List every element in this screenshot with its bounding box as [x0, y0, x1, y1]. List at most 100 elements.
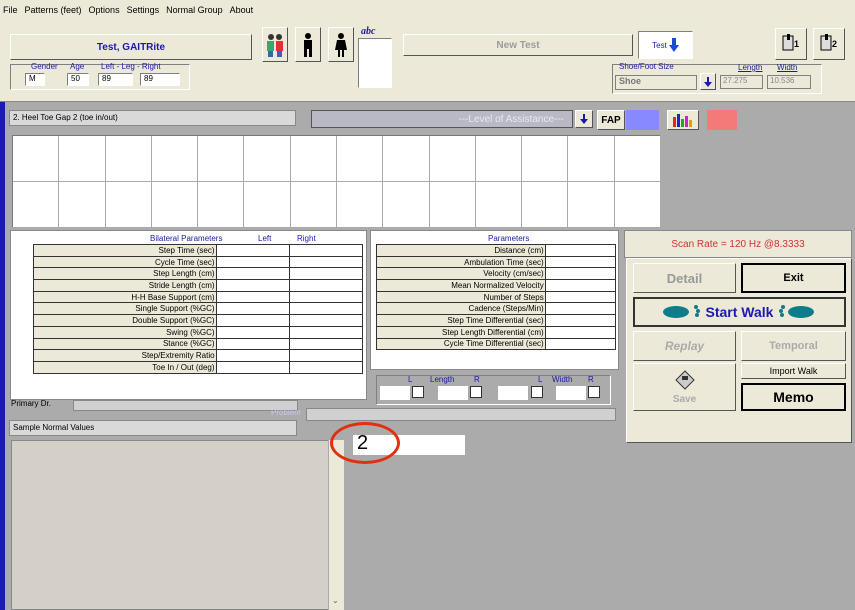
bilateral-right-value	[288, 244, 364, 257]
shoe-field[interactable]: Shoe	[615, 75, 697, 90]
menu-normal-group[interactable]: Normal Group	[166, 5, 223, 15]
bilateral-left-value	[215, 349, 290, 362]
footprint-cell[interactable]	[383, 182, 430, 228]
menu-options[interactable]: Options	[89, 5, 120, 15]
footprint-cell[interactable]	[475, 182, 523, 228]
width-left-checkbox[interactable]	[531, 386, 543, 398]
left-leg-field[interactable]: 89	[98, 73, 133, 86]
bilateral-row: Double Support (%GC)	[33, 314, 364, 327]
walkway-2-button[interactable]: 2	[813, 28, 845, 60]
menu-file[interactable]: File	[3, 5, 18, 15]
footprint-cell[interactable]	[151, 182, 199, 228]
import-walk-button[interactable]: Import Walk	[741, 363, 846, 379]
footprint-cell[interactable]	[244, 182, 291, 228]
width-right-checkbox[interactable]	[588, 386, 600, 398]
bilateral-row: Step/Extremity Ratio	[33, 349, 364, 362]
footprint-cell[interactable]	[522, 182, 569, 228]
save-button[interactable]: Save	[633, 363, 736, 411]
parameters-header: Parameters	[488, 234, 530, 243]
width-right-value	[556, 386, 586, 400]
footprint-cell[interactable]	[13, 182, 60, 228]
bilateral-right-value	[288, 255, 364, 269]
footprint-cell[interactable]	[151, 136, 199, 182]
footprint-cell[interactable]	[614, 136, 661, 182]
parameter-row: Cadence (Steps/Min)	[376, 302, 617, 316]
female-figure-button[interactable]	[328, 27, 354, 62]
parameter-row: Mean Normalized Velocity	[376, 279, 617, 292]
width-field[interactable]: 10.536	[767, 75, 811, 89]
parameter-row: Step Time Differential (sec)	[376, 314, 617, 327]
assistance-level-field[interactable]: ---Level of Assistance---	[311, 110, 573, 128]
primary-dr-label: Primary Dr.	[11, 399, 51, 408]
footprint-cell[interactable]	[429, 182, 476, 228]
bilateral-left-value	[215, 255, 290, 269]
assistance-dropdown-button[interactable]	[575, 110, 593, 128]
shoe-dropdown-button[interactable]	[700, 73, 716, 90]
start-walk-button[interactable]: Start Walk	[633, 297, 846, 327]
footprint-cell[interactable]	[568, 136, 615, 182]
footprint-cell[interactable]	[429, 136, 476, 182]
problem-field[interactable]	[306, 408, 616, 421]
menu-patterns[interactable]: Patterns (feet)	[25, 5, 82, 15]
menu-settings[interactable]: Settings	[127, 5, 160, 15]
footprint-cell[interactable]	[59, 182, 106, 228]
length-right-checkbox[interactable]	[470, 386, 482, 398]
footprint-cell[interactable]	[522, 136, 569, 182]
footprint-cell[interactable]	[337, 136, 384, 182]
parameter-row: Distance (cm)	[376, 244, 617, 257]
footprint-cell[interactable]	[13, 136, 60, 182]
notes-area[interactable]	[11, 440, 344, 610]
footprint-cell[interactable]	[614, 182, 661, 228]
problem-label: Problem	[271, 408, 301, 417]
parameter-value	[544, 337, 617, 351]
parameter-label: Mean Normalized Velocity	[376, 279, 546, 292]
memo-button[interactable]: Memo	[741, 383, 846, 411]
footprint-cell[interactable]	[198, 136, 245, 182]
parameter-value	[544, 255, 617, 269]
svg-text:2: 2	[832, 39, 837, 49]
menu-about[interactable]: About	[230, 5, 254, 15]
parameter-label: Number of Steps	[376, 290, 546, 304]
right-leg-field[interactable]: 89	[140, 73, 180, 86]
walkway-1-button[interactable]: 1	[775, 28, 807, 60]
footprint-cell[interactable]	[244, 136, 291, 182]
footprint-cell[interactable]	[59, 136, 106, 182]
length-label: Length	[738, 63, 763, 72]
footprint-cell[interactable]	[475, 136, 523, 182]
family-figure-button[interactable]	[262, 27, 288, 62]
male-figure-button[interactable]	[295, 27, 321, 62]
bilateral-param-label: Swing (%GC)	[33, 325, 217, 339]
footprint-cell[interactable]	[105, 182, 152, 228]
patient-name-button[interactable]: Test, GAITRite	[10, 34, 252, 60]
footprint-cell[interactable]	[383, 136, 430, 182]
gender-label: Gender	[31, 62, 58, 71]
chart-button[interactable]	[667, 110, 699, 130]
footprint-cell[interactable]	[198, 182, 245, 228]
leg-length-label: Left - Leg - Right	[101, 62, 161, 71]
replay-button[interactable]: Replay	[633, 331, 736, 361]
footprint-cell[interactable]	[105, 136, 152, 182]
footprint-cell[interactable]	[337, 182, 384, 228]
temporal-button[interactable]: Temporal	[741, 331, 846, 361]
footprint-cell[interactable]	[290, 136, 337, 182]
chevron-down-icon: ⌄	[332, 596, 339, 605]
exit-button[interactable]: Exit	[741, 263, 846, 293]
bilateral-row: Stance (%GC)	[33, 337, 364, 351]
primary-dr-field[interactable]	[73, 400, 298, 411]
gender-field[interactable]: M	[25, 73, 45, 86]
footprint-cell[interactable]	[290, 182, 337, 228]
bilateral-param-label: Step Length (cm)	[33, 267, 217, 281]
bar-chart-icon	[673, 114, 692, 127]
new-test-button[interactable]: New Test	[403, 34, 633, 56]
bilateral-param-label: Cycle Time (sec)	[33, 255, 217, 269]
footprint-cell[interactable]	[568, 182, 615, 228]
fap-button[interactable]: FAP	[597, 110, 625, 130]
abc-box[interactable]	[358, 38, 392, 88]
length-field[interactable]: 27.275	[720, 75, 763, 89]
notes-scrollbar[interactable]: ⌄	[328, 440, 344, 610]
detail-button[interactable]: Detail	[633, 263, 736, 293]
age-field[interactable]: 50	[67, 73, 89, 86]
footprint-grid[interactable]	[12, 135, 661, 228]
length-left-checkbox[interactable]	[412, 386, 424, 398]
test-selector[interactable]: Test	[638, 31, 693, 59]
